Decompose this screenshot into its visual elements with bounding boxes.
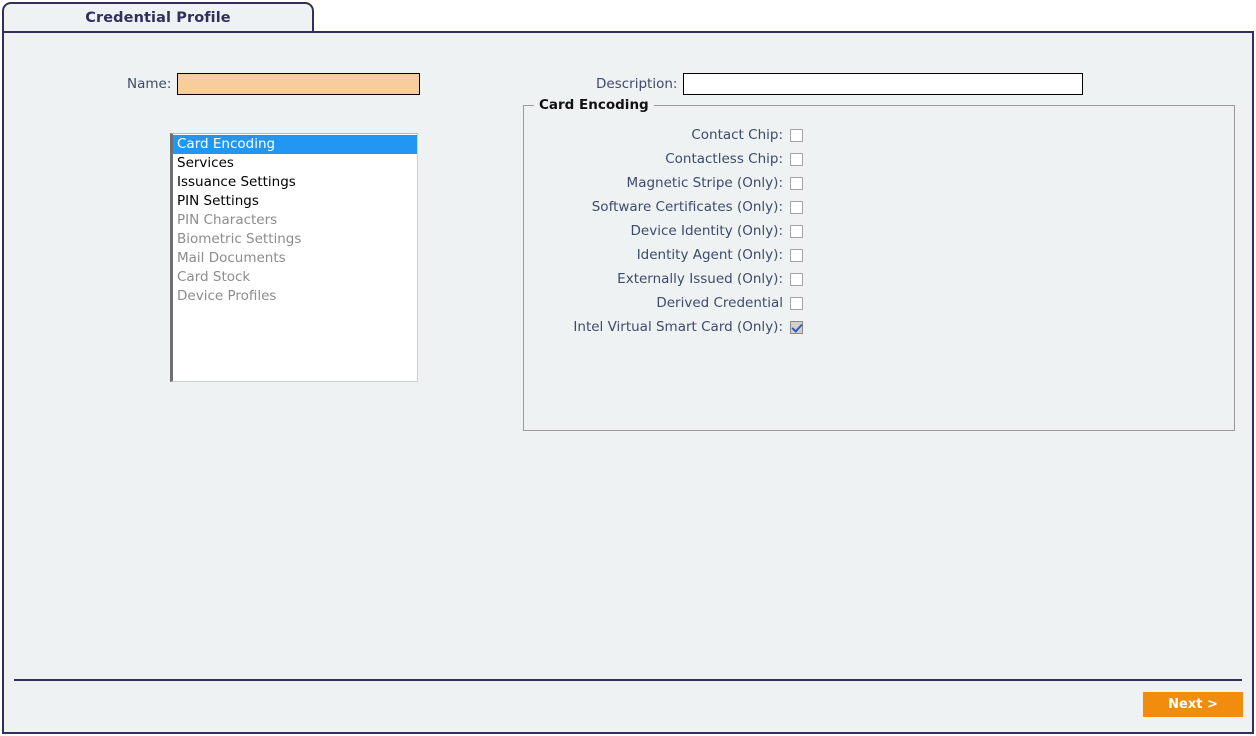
list-item: Mail Documents (173, 249, 417, 268)
name-label: Name: (114, 76, 177, 92)
option-row-magnetic-stripe: Magnetic Stripe (Only): (524, 171, 1236, 195)
checkbox-externally-issued[interactable] (790, 273, 803, 286)
card-encoding-legend: Card Encoding (534, 97, 654, 113)
description-row: Description: (596, 72, 1083, 96)
option-row-software-certificates: Software Certificates (Only): (524, 195, 1236, 219)
checkbox-contactless-chip[interactable] (790, 153, 803, 166)
description-label: Description: (596, 76, 683, 92)
main-panel: Name: Card Encoding Services Issuance Se… (2, 31, 1254, 734)
checkbox-intel-virtual-smart-card[interactable] (790, 321, 803, 334)
option-label: Software Certificates (Only): (524, 199, 790, 215)
checkbox-derived-credential[interactable] (790, 297, 803, 310)
checkbox-magnetic-stripe[interactable] (790, 177, 803, 190)
option-label: Identity Agent (Only): (524, 247, 790, 263)
list-item[interactable]: Card Encoding (173, 135, 417, 154)
navigation-listbox[interactable]: Card Encoding Services Issuance Settings… (170, 133, 418, 382)
tab-strip: Credential Profile (0, 0, 1256, 33)
list-item: PIN Characters (173, 211, 417, 230)
option-label: Device Identity (Only): (524, 223, 790, 239)
list-item[interactable]: Services (173, 154, 417, 173)
footer-separator (14, 679, 1242, 681)
list-item: Device Profiles (173, 287, 417, 306)
option-label: Contact Chip: (524, 127, 790, 143)
option-row-identity-agent: Identity Agent (Only): (524, 243, 1236, 267)
list-item[interactable]: Issuance Settings (173, 173, 417, 192)
option-row-derived-credential: Derived Credential (524, 291, 1236, 315)
card-encoding-option-list: Contact Chip: Contactless Chip: Magnetic… (524, 123, 1236, 339)
next-button[interactable]: Next > (1143, 692, 1243, 717)
option-row-device-identity: Device Identity (Only): (524, 219, 1236, 243)
checkbox-contact-chip[interactable] (790, 129, 803, 142)
list-item[interactable]: PIN Settings (173, 192, 417, 211)
option-label: Derived Credential (524, 295, 790, 311)
option-row-externally-issued: Externally Issued (Only): (524, 267, 1236, 291)
tab-credential-profile[interactable]: Credential Profile (2, 2, 314, 33)
description-input[interactable] (683, 73, 1083, 95)
checkbox-software-certificates[interactable] (790, 201, 803, 214)
list-item: Biometric Settings (173, 230, 417, 249)
option-label: Magnetic Stripe (Only): (524, 175, 790, 191)
name-input[interactable] (177, 73, 420, 95)
option-label: Externally Issued (Only): (524, 271, 790, 287)
checkbox-device-identity[interactable] (790, 225, 803, 238)
name-row: Name: (114, 72, 420, 96)
option-label: Intel Virtual Smart Card (Only): (524, 319, 790, 335)
option-label: Contactless Chip: (524, 151, 790, 167)
card-encoding-fieldset: Card Encoding Contact Chip: Contactless … (523, 105, 1235, 431)
credential-profile-window: Credential Profile Name: Card Encoding S… (0, 0, 1256, 736)
option-row-intel-virtual-smart-card: Intel Virtual Smart Card (Only): (524, 315, 1236, 339)
option-row-contactless-chip: Contactless Chip: (524, 147, 1236, 171)
tab-credential-profile-label: Credential Profile (85, 10, 231, 27)
list-item: Card Stock (173, 268, 417, 287)
checkbox-identity-agent[interactable] (790, 249, 803, 262)
option-row-contact-chip: Contact Chip: (524, 123, 1236, 147)
